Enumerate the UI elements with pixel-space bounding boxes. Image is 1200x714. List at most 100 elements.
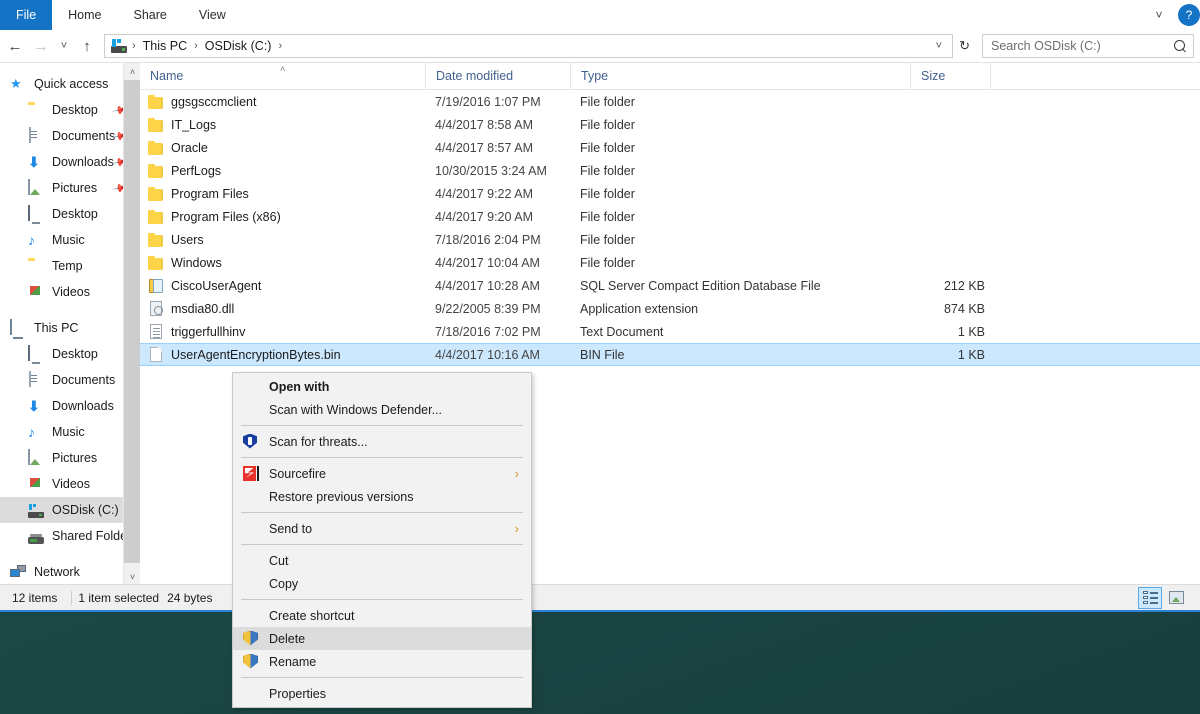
sidebar-item-pc-downloads[interactable]: ⬇ Downloads	[0, 393, 140, 419]
breadcrumb-osdisk-label: OSDisk (C:)	[204, 39, 272, 53]
tab-file[interactable]: File	[0, 0, 53, 30]
file-type-cell: File folder	[580, 255, 635, 270]
table-row[interactable]: Oracle 4/4/2017 8:57 AM File folder	[140, 136, 1200, 159]
menu-separator	[241, 677, 523, 678]
folder-icon	[28, 102, 46, 118]
large-icons-view-icon[interactable]	[1164, 587, 1188, 609]
menu-item-send-to[interactable]: Send to ›	[233, 517, 531, 540]
status-bar: 12 items 1 item selected 24 bytes	[0, 584, 1200, 610]
table-row[interactable]: Users 7/18/2016 2:04 PM File folder	[140, 228, 1200, 251]
menu-item-copy[interactable]: Copy	[233, 572, 531, 595]
table-row[interactable]: ggsgsccmclient 7/19/2016 1:07 PM File fo…	[140, 90, 1200, 113]
column-header-date-modified[interactable]: Date modified	[425, 63, 570, 90]
menu-item-properties[interactable]: Properties	[233, 682, 531, 705]
scrollbar-thumb[interactable]	[124, 80, 140, 563]
sidebar-item-temp[interactable]: Temp	[0, 253, 140, 279]
file-type-cell: Text Document	[580, 324, 664, 339]
table-row[interactable]: IT_Logs 4/4/2017 8:58 AM File folder	[140, 113, 1200, 136]
column-header-type[interactable]: Type	[570, 63, 910, 90]
menu-item-scan-for-threats[interactable]: Scan for threats...	[233, 430, 531, 453]
tab-share[interactable]: Share	[118, 0, 183, 30]
sidebar-item-music[interactable]: ♪ Music	[0, 227, 140, 253]
menu-item-label: Properties	[269, 686, 326, 701]
chevron-up-icon[interactable]: ˄	[124, 63, 140, 80]
sidebar-item-quick-access[interactable]: ★ Quick access	[0, 71, 140, 97]
refresh-icon[interactable]: ↻	[953, 38, 976, 54]
folder-icon	[148, 186, 164, 202]
sidebar-item-pc-videos[interactable]: Videos	[0, 471, 140, 497]
status-selection: 1 item selected	[78, 590, 160, 605]
file-name-label: triggerfullhinv	[171, 324, 246, 339]
chevron-down-icon[interactable]: ˅	[54, 33, 74, 59]
sidebar-item-videos[interactable]: Videos	[0, 279, 140, 305]
folder-icon	[148, 232, 164, 248]
status-divider	[71, 590, 73, 605]
folder-icon	[148, 117, 164, 133]
back-arrow-icon[interactable]: ←	[2, 33, 28, 59]
sidebar-item-pc-music[interactable]: ♪ Music	[0, 419, 140, 445]
sidebar-item-osdisk[interactable]: OSDisk (C:)	[0, 497, 140, 523]
column-headers: Name Date modified Type Size ˄	[140, 63, 1200, 90]
menu-item-rename[interactable]: Rename	[233, 650, 531, 673]
chevron-down-icon[interactable]: ˅	[1144, 0, 1174, 30]
forward-arrow-icon[interactable]: →	[28, 33, 54, 59]
up-arrow-icon[interactable]: ↑	[74, 33, 100, 59]
table-row[interactable]: PerfLogs 10/30/2015 3:24 AM File folder	[140, 159, 1200, 182]
breadcrumb-item-this-pc[interactable]: This PC	[139, 35, 191, 57]
breadcrumb-item-osdisk[interactable]: OSDisk (C:)	[201, 35, 276, 57]
tab-home[interactable]: Home	[52, 0, 117, 30]
help-button[interactable]: ?	[1178, 4, 1200, 26]
sidebar-item-desktop-2[interactable]: Desktop	[0, 201, 140, 227]
sidebar-item-label: Documents	[52, 129, 116, 143]
menu-item-create-shortcut[interactable]: Create shortcut	[233, 604, 531, 627]
sidebar-item-pictures[interactable]: Pictures 📌	[0, 175, 140, 201]
table-row[interactable]: msdia80.dll 9/22/2005 8:39 PM Applicatio…	[140, 297, 1200, 320]
sidebar-item-shared-folders[interactable]: Shared Folders (\	[0, 523, 140, 549]
file-name-label: Windows	[171, 255, 222, 270]
menu-item-delete[interactable]: Delete	[233, 627, 531, 650]
folder-icon	[148, 255, 164, 271]
table-row[interactable]: Windows 4/4/2017 10:04 AM File folder	[140, 251, 1200, 274]
search-input[interactable]	[991, 39, 1174, 53]
sidebar-item-pc-documents[interactable]: Documents	[0, 367, 140, 393]
sidebar-item-network[interactable]: Network	[0, 559, 140, 584]
search-box[interactable]	[982, 34, 1194, 58]
sidebar-item-pc-pictures[interactable]: Pictures	[0, 445, 140, 471]
menu-item-label: Create shortcut	[269, 608, 355, 623]
sidebar-item-label: Music	[52, 425, 85, 439]
chevron-down-icon[interactable]: ˅	[124, 568, 140, 584]
folder-icon	[148, 209, 164, 225]
breadcrumb[interactable]: › This PC › OSDisk (C:) › ˅	[104, 34, 954, 58]
music-icon: ♪	[28, 232, 35, 248]
sidebar-item-documents[interactable]: Documents 📌	[0, 123, 140, 149]
file-date-cell: 4/4/2017 8:58 AM	[435, 117, 533, 132]
tab-view[interactable]: View	[183, 0, 242, 30]
file-name-cell: PerfLogs	[140, 163, 425, 179]
chevron-down-icon[interactable]: ˅	[930, 40, 948, 52]
table-row[interactable]: triggerfullhinv 7/18/2016 7:02 PM Text D…	[140, 320, 1200, 343]
sidebar-item-label: Pictures	[52, 181, 98, 195]
sidebar-item-pc-desktop[interactable]: Desktop	[0, 341, 140, 367]
sidebar-item-desktop[interactable]: Desktop 📌	[0, 97, 140, 123]
table-row-selected[interactable]: UserAgentEncryptionBytes.bin 4/4/2017 10…	[140, 343, 1200, 366]
menu-item-sourcefire[interactable]: Sourcefire ›	[233, 462, 531, 485]
table-row[interactable]: CiscoUserAgent 4/4/2017 10:28 AM SQL Ser…	[140, 274, 1200, 297]
sidebar-item-downloads[interactable]: ⬇ Downloads 📌	[0, 149, 140, 175]
explorer-body: ★ Quick access Desktop 📌 Documents 📌 ⬇ D…	[0, 62, 1200, 584]
column-date-label: Date modified	[436, 69, 514, 83]
sourcefire-icon	[243, 465, 259, 482]
table-row[interactable]: Program Files (x86) 4/4/2017 9:20 AM Fil…	[140, 205, 1200, 228]
table-row[interactable]: Program Files 4/4/2017 9:22 AM File fold…	[140, 182, 1200, 205]
file-date-cell: 4/4/2017 9:20 AM	[435, 209, 533, 224]
search-icon[interactable]	[1174, 39, 1187, 53]
sidebar-item-this-pc[interactable]: This PC	[0, 315, 140, 341]
details-view-icon[interactable]	[1138, 586, 1162, 609]
menu-item-open-with[interactable]: Open with	[233, 375, 531, 398]
menu-item-scan-with-windows-defender[interactable]: Scan with Windows Defender...	[233, 398, 531, 421]
column-header-size[interactable]: Size	[910, 63, 990, 90]
menu-item-cut[interactable]: Cut	[233, 549, 531, 572]
breadcrumb-separator: ›	[194, 40, 198, 52]
menu-item-restore-previous-versions[interactable]: Restore previous versions	[233, 485, 531, 508]
sidebar-scrollbar[interactable]: ˄ ˅	[123, 63, 140, 584]
file-date-cell: 4/4/2017 8:57 AM	[435, 140, 533, 155]
